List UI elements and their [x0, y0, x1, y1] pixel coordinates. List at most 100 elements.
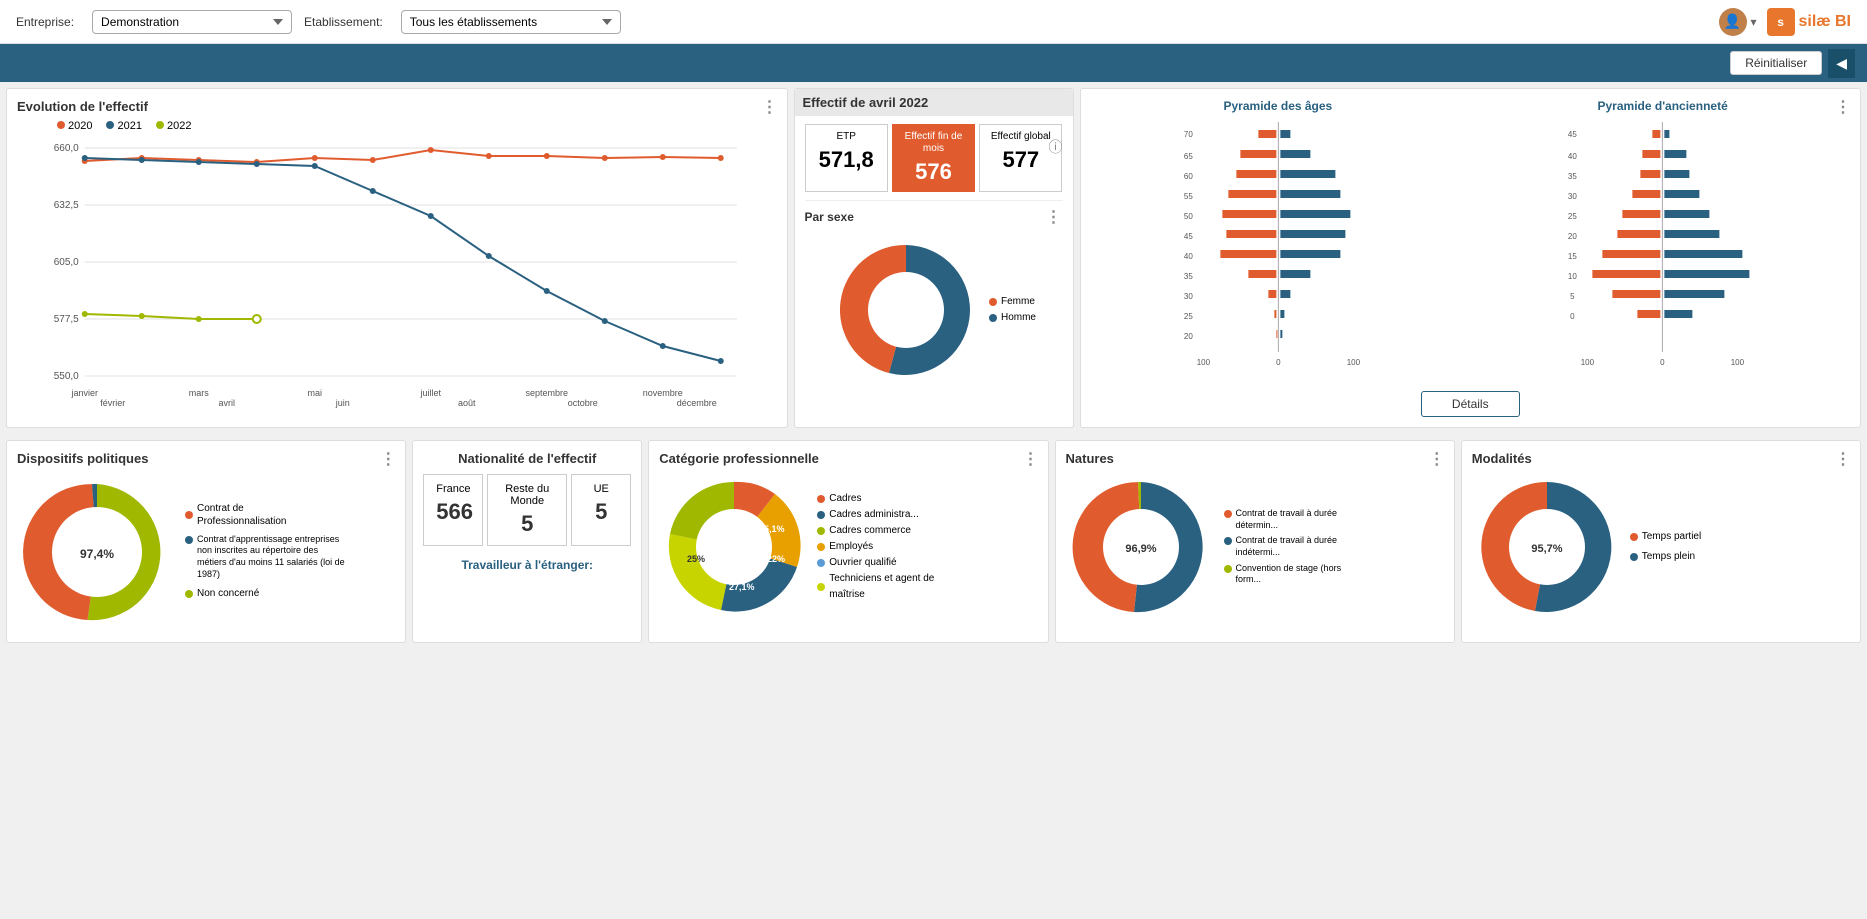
svg-text:10: 10 — [1568, 272, 1577, 281]
ages-title: Pyramide des âges — [1091, 99, 1466, 113]
evolution-menu[interactable]: ⋮ — [762, 97, 779, 117]
par-sexe-section: Par sexe ⋮ 21,2% 78,8% — [805, 200, 1063, 385]
nature-2-label: Contrat de travail à durée indétermi... — [1236, 535, 1356, 558]
svg-text:97,4%: 97,4% — [80, 547, 114, 561]
cat-employes-dot — [817, 543, 825, 551]
travailleur-label: Travailleur à l'étranger: — [423, 558, 631, 572]
nationalite-card: Nationalité de l'effectif France 566 Res… — [412, 440, 642, 643]
categorie-menu[interactable]: ⋮ — [1023, 449, 1040, 469]
effectif-info-icon[interactable]: ⓘ — [1049, 137, 1063, 157]
svg-text:mars: mars — [189, 388, 209, 398]
homme-label: Homme — [1001, 310, 1036, 326]
cat-techniciens-dot — [817, 583, 825, 591]
effectif-card: Effectif de avril 2022 ⓘ ETP 571,8 Effec… — [794, 88, 1074, 428]
etablissement-select[interactable]: Tous les établissements — [401, 10, 621, 34]
dispositif-1-label: Contrat deProfessionnalisation — [197, 502, 287, 528]
entreprise-label: Entreprise: — [16, 15, 74, 29]
natures-menu[interactable]: ⋮ — [1429, 449, 1446, 469]
etp-box: ETP 571,8 — [805, 124, 888, 192]
svg-text:40: 40 — [1568, 152, 1577, 161]
user-menu[interactable]: 👤 ▾ — [1719, 8, 1757, 36]
toolbar-chevron-button[interactable]: ◀ — [1828, 49, 1855, 78]
ue-box: UE 5 — [571, 474, 631, 546]
cat-ouvrier-dot — [817, 559, 825, 567]
nature-3-label: Convention de stage (hors form... — [1236, 563, 1356, 586]
anciennete-title: Pyramide d'ancienneté — [1475, 99, 1850, 113]
nat-boxes: France 566 Reste du Monde 5 UE 5 — [423, 474, 631, 546]
femme-legend-item: Femme — [989, 294, 1036, 310]
silae-logo-text: silæ BI — [1799, 13, 1851, 31]
legend-2020: 2020 — [57, 120, 92, 132]
modalite-plein-dot — [1630, 553, 1638, 561]
svg-text:65: 65 — [1183, 152, 1192, 161]
svg-text:15,1%: 15,1% — [759, 524, 785, 534]
nature-3-dot — [1224, 565, 1232, 573]
svg-text:100: 100 — [1196, 358, 1210, 367]
anciennete-svg: 45 40 35 30 25 20 15 10 5 0 100 0 100 — [1475, 117, 1850, 377]
par-sexe-menu[interactable]: ⋮ — [1046, 207, 1063, 227]
svg-text:février: février — [100, 398, 125, 408]
par-sexe-label: Par sexe — [805, 210, 854, 224]
legend-2022: 2022 — [156, 120, 191, 132]
modalite-plein-label: Temps plein — [1642, 549, 1695, 565]
modalites-menu[interactable]: ⋮ — [1835, 449, 1852, 469]
details-button[interactable]: Détails — [1421, 391, 1520, 417]
svg-text:60: 60 — [1183, 172, 1192, 181]
svg-text:30: 30 — [1568, 192, 1577, 201]
svg-text:96,9%: 96,9% — [1125, 543, 1156, 555]
svg-text:5: 5 — [1570, 292, 1575, 301]
cat-cadres-admin: Cadres administra... — [817, 507, 949, 523]
svg-text:août: août — [458, 398, 476, 408]
global-value: 577 — [984, 147, 1057, 173]
etablissement-label: Etablissement: — [304, 15, 383, 29]
svg-text:577,5: 577,5 — [54, 314, 79, 325]
france-label: France — [436, 483, 470, 495]
svg-text:décembre: décembre — [677, 398, 717, 408]
svg-text:100: 100 — [1731, 358, 1745, 367]
entreprise-select[interactable]: Demonstration — [92, 10, 292, 34]
svg-text:632,5: 632,5 — [54, 200, 79, 211]
modalite-plein: Temps plein — [1630, 549, 1701, 565]
evolution-chart-area: 660,0 632,5 605,0 577,5 550,0 — [17, 136, 777, 416]
svg-text:novembre: novembre — [643, 388, 683, 398]
dispositifs-legend: Contrat deProfessionnalisation Contrat d… — [185, 502, 347, 603]
dispositifs-card: ⋮ Dispositifs politiques 97,4% Contrat d… — [6, 440, 406, 643]
pyramides-menu[interactable]: ⋮ — [1835, 97, 1852, 117]
global-label: Effectif global — [984, 131, 1057, 143]
par-sexe-chart: 21,2% 78,8% Femme Homme — [805, 235, 1063, 385]
svg-text:55: 55 — [1183, 192, 1192, 201]
silae-logo-icon: s — [1767, 8, 1795, 36]
nature-1-label: Contrat de travail à durée détermin... — [1236, 508, 1356, 531]
evolution-svg: 660,0 632,5 605,0 577,5 550,0 — [17, 136, 777, 416]
modalites-svg: 95,7% — [1472, 472, 1622, 622]
svg-text:50: 50 — [1183, 212, 1192, 221]
evolution-legend: 2020 2021 2022 — [57, 120, 777, 132]
dispositif-2: Contrat d'apprentissage entreprises non … — [185, 534, 347, 581]
dispositifs-menu[interactable]: ⋮ — [380, 449, 397, 469]
svg-text:45: 45 — [1568, 130, 1577, 139]
ue-value: 5 — [584, 499, 618, 525]
svg-text:35: 35 — [1568, 172, 1577, 181]
dispositifs-svg: 97,4% — [17, 472, 177, 632]
cat-employes-label: Employés — [829, 539, 873, 555]
modalites-legend: Temps partiel Temps plein — [1630, 529, 1701, 565]
categorie-svg: 15,1% 22% 27,1% 25% — [659, 472, 809, 622]
modalite-partiel-dot — [1630, 533, 1638, 541]
nature-2: Contrat de travail à durée indétermi... — [1224, 535, 1356, 558]
cat-cadres-commerce-dot — [817, 527, 825, 535]
cat-cadres-admin-dot — [817, 511, 825, 519]
natures-card: ⋮ Natures 96,9% Contrat de travail à dur… — [1055, 440, 1455, 643]
cat-cadres-label: Cadres — [829, 491, 861, 507]
svg-text:35: 35 — [1183, 272, 1192, 281]
par-sexe-legend: Femme Homme — [989, 294, 1036, 326]
svg-text:20: 20 — [1183, 332, 1192, 341]
reinitialiser-button[interactable]: Réinitialiser — [1730, 51, 1822, 75]
cat-techniciens: Techniciens et agent de maîtrise — [817, 571, 949, 603]
svg-text:janvier: janvier — [70, 388, 98, 398]
svg-text:25: 25 — [1183, 312, 1192, 321]
dispositif-3-label: Non concerné — [197, 586, 259, 602]
cat-cadres-commerce: Cadres commerce — [817, 523, 949, 539]
reste-label: Reste du Monde — [500, 483, 554, 507]
svg-text:septembre: septembre — [525, 388, 568, 398]
dispositifs-chart: 97,4% Contrat deProfessionnalisation Con… — [17, 472, 395, 632]
